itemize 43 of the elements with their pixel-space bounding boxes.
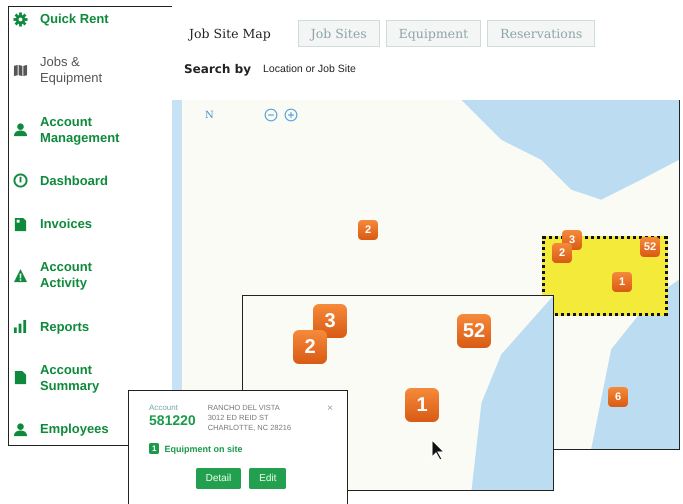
map-marker[interactable]: 2 xyxy=(358,220,378,240)
account-label: Account xyxy=(149,403,179,412)
popup-button[interactable]: Detail xyxy=(196,468,242,489)
zoom-in-button[interactable] xyxy=(284,108,298,122)
equipment-label: Equipment on site xyxy=(164,444,242,454)
map-marker[interactable]: 52 xyxy=(640,237,660,257)
tab[interactable]: Reservations xyxy=(487,20,596,47)
count-badge: 1 xyxy=(149,443,160,454)
invoice-icon xyxy=(13,216,28,232)
gauge-icon xyxy=(13,173,28,188)
warning-icon xyxy=(13,268,28,283)
tab[interactable]: Job Sites xyxy=(298,20,380,47)
person-icon xyxy=(13,422,28,436)
sidebar-item[interactable]: Account Summary xyxy=(9,362,172,394)
sidebar-item[interactable]: Dashboard xyxy=(9,172,172,189)
map-marker[interactable]: 6 xyxy=(608,387,628,407)
map-marker[interactable]: 2 xyxy=(293,330,327,364)
map-marker[interactable]: 2 xyxy=(552,243,572,263)
sidebar-item[interactable]: Account Management xyxy=(9,114,172,146)
map-marker[interactable]: 1 xyxy=(612,272,632,292)
map-marker[interactable]: 1 xyxy=(405,388,439,422)
search-label: Search by xyxy=(184,62,252,76)
person-icon xyxy=(13,122,28,137)
tab[interactable]: Equipment xyxy=(386,20,482,47)
sidebar-item[interactable]: Jobs & Equipment xyxy=(9,54,172,86)
account-number: 581220 xyxy=(149,412,196,428)
map-icon xyxy=(13,62,28,78)
sidebar-item[interactable]: Quick Rent xyxy=(9,11,172,27)
map-marker[interactable]: 3 xyxy=(313,304,347,338)
search-field[interactable]: Location or Job Site xyxy=(261,61,426,77)
sidebar-item[interactable]: Reports xyxy=(9,318,172,334)
zoom-out-button[interactable] xyxy=(264,108,278,122)
close-button[interactable]: × xyxy=(327,403,333,414)
compass-icon[interactable]: N xyxy=(205,110,214,120)
document-icon xyxy=(13,370,28,386)
sidebar-item[interactable]: Invoices xyxy=(9,216,172,232)
cursor-icon xyxy=(431,439,445,461)
popup-button[interactable]: Edit xyxy=(249,468,286,489)
sidebar-item[interactable]: Account Activity xyxy=(9,259,172,292)
bar-chart-icon xyxy=(13,319,28,334)
map-marker[interactable]: 52 xyxy=(457,314,491,348)
tab[interactable]: Job Site Map xyxy=(186,20,284,47)
gear-icon xyxy=(13,12,28,26)
